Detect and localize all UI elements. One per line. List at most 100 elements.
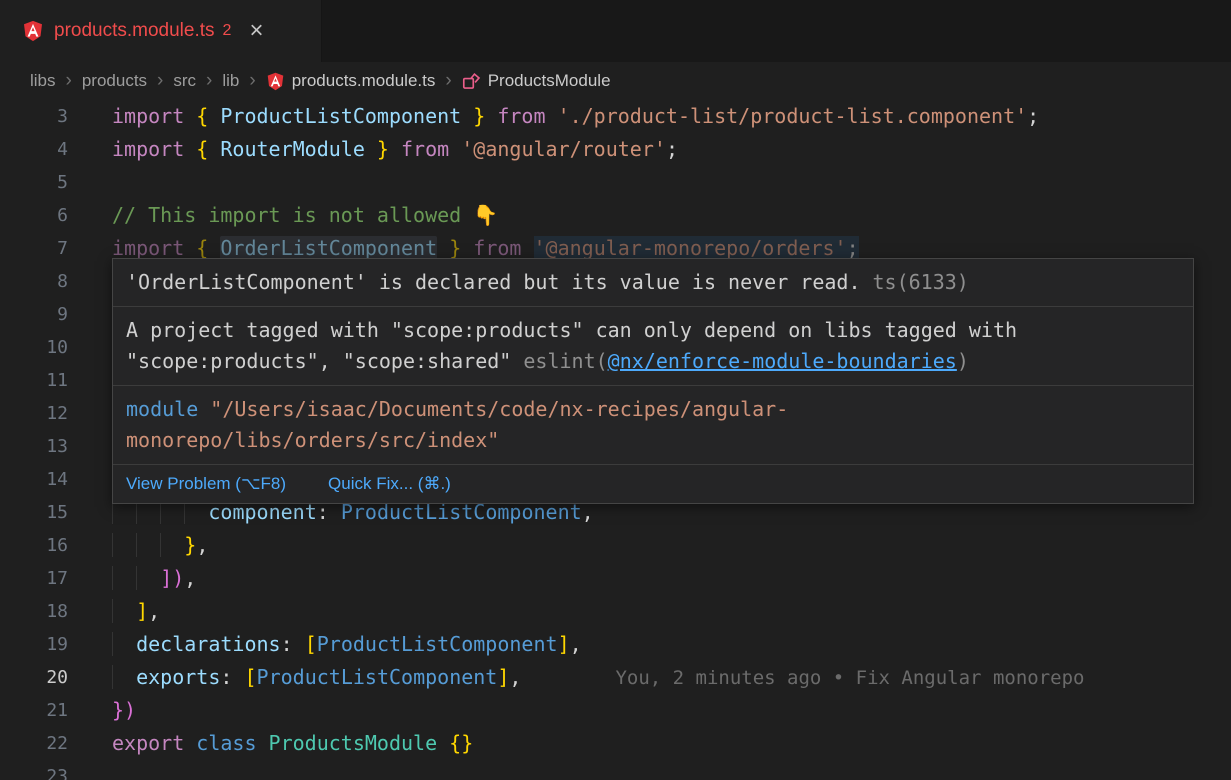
line-code[interactable]: }, bbox=[68, 529, 208, 562]
code-token: } bbox=[377, 137, 389, 161]
code-token: , bbox=[184, 566, 196, 590]
code-token: , bbox=[196, 533, 208, 557]
line-number[interactable]: 12 bbox=[0, 397, 68, 430]
indent-guide bbox=[112, 533, 136, 557]
line-number[interactable]: 23 bbox=[0, 760, 68, 780]
line-number[interactable]: 18 bbox=[0, 595, 68, 628]
line-number[interactable]: 6 bbox=[0, 199, 68, 232]
indent-guide bbox=[112, 665, 136, 689]
code-token: , bbox=[148, 599, 160, 623]
line-code[interactable] bbox=[68, 364, 112, 397]
ts-error-text: 'OrderListComponent' is declared but its… bbox=[126, 270, 861, 294]
line-number[interactable]: 9 bbox=[0, 298, 68, 331]
code-token: [ bbox=[305, 632, 317, 656]
line-code[interactable]: ], bbox=[68, 595, 160, 628]
code-token: } bbox=[473, 104, 485, 128]
code-token: ]) bbox=[160, 566, 184, 590]
code-token bbox=[461, 236, 473, 260]
breadcrumb-item-products[interactable]: products bbox=[82, 71, 147, 91]
line-code[interactable] bbox=[68, 760, 112, 780]
line-code[interactable] bbox=[68, 166, 112, 199]
line-number[interactable]: 11 bbox=[0, 364, 68, 397]
line-number[interactable]: 21 bbox=[0, 694, 68, 727]
eslint-rule-link[interactable]: @nx/enforce-module-boundaries bbox=[608, 349, 957, 373]
line-number[interactable]: 15 bbox=[0, 496, 68, 529]
eslint-source-close: ) bbox=[957, 349, 969, 373]
breadcrumb: libs › products › src › lib › products.m… bbox=[0, 62, 1231, 100]
line-number[interactable]: 13 bbox=[0, 430, 68, 463]
line-code[interactable] bbox=[68, 298, 112, 331]
view-problem-action[interactable]: View Problem (⌥F8) bbox=[126, 472, 286, 496]
code-token: ProductListComponent bbox=[317, 632, 558, 656]
ts-error-message: 'OrderListComponent' is declared but its… bbox=[113, 259, 1193, 307]
code-token: OrderListComponent bbox=[220, 236, 437, 260]
code-token: import bbox=[112, 104, 196, 128]
line-code[interactable]: import { ProductListComponent } from './… bbox=[68, 100, 1039, 133]
line-code[interactable]: // This import is not allowed 👇 bbox=[68, 199, 498, 232]
code-token: export bbox=[112, 731, 196, 755]
code-token: } bbox=[449, 236, 461, 260]
quick-fix-action[interactable]: Quick Fix... (⌘.) bbox=[328, 472, 451, 496]
line-number[interactable]: 3 bbox=[0, 100, 68, 133]
code-token: { bbox=[196, 104, 208, 128]
code-token: './product-list/product-list.component' bbox=[558, 104, 1028, 128]
code-token: ProductsModule bbox=[269, 731, 450, 755]
code-line-20: 20 exports: [ProductListComponent],You, … bbox=[0, 661, 1231, 694]
line-code[interactable] bbox=[68, 463, 112, 496]
line-code[interactable]: declarations: [ProductListComponent], bbox=[68, 628, 582, 661]
code-token bbox=[437, 236, 449, 260]
breadcrumb-item-file[interactable]: products.module.ts bbox=[292, 71, 436, 91]
eslint-error-line2: "scope:products", "scope:shared" eslint(… bbox=[126, 346, 1180, 377]
line-code[interactable] bbox=[68, 331, 112, 364]
line-number[interactable]: 5 bbox=[0, 166, 68, 199]
line-number[interactable]: 7 bbox=[0, 232, 68, 265]
line-number[interactable]: 20 bbox=[0, 661, 68, 694]
breadcrumb-item-src[interactable]: src bbox=[173, 71, 196, 91]
line-code[interactable] bbox=[68, 430, 112, 463]
line-number[interactable]: 10 bbox=[0, 331, 68, 364]
tab-products-module[interactable]: products.module.ts 2 × bbox=[0, 0, 322, 62]
code-token: ] bbox=[497, 665, 509, 689]
code-token: ] bbox=[558, 632, 570, 656]
code-line-3: 3import { ProductListComponent } from '.… bbox=[0, 100, 1231, 133]
code-token bbox=[389, 137, 401, 161]
line-number[interactable]: 16 bbox=[0, 529, 68, 562]
line-code[interactable] bbox=[68, 397, 112, 430]
ts-error-code: ts(6133) bbox=[873, 270, 969, 294]
line-number[interactable]: 4 bbox=[0, 133, 68, 166]
line-number[interactable]: 17 bbox=[0, 562, 68, 595]
tab-bar: products.module.ts 2 × bbox=[0, 0, 1231, 62]
code-line-17: 17 ]), bbox=[0, 562, 1231, 595]
indent-guide bbox=[160, 533, 184, 557]
line-code[interactable] bbox=[68, 265, 112, 298]
code-token: class bbox=[196, 731, 268, 755]
code-token: ProductListComponent bbox=[257, 665, 498, 689]
indent-guide bbox=[136, 566, 160, 590]
line-number[interactable]: 19 bbox=[0, 628, 68, 661]
code-token: ; bbox=[1027, 104, 1039, 128]
error-hover-popup: 'OrderListComponent' is declared but its… bbox=[112, 258, 1194, 504]
line-number[interactable]: 8 bbox=[0, 265, 68, 298]
line-code[interactable]: }) bbox=[68, 694, 136, 727]
close-tab-icon[interactable]: × bbox=[249, 19, 263, 43]
code-token: {} bbox=[449, 731, 473, 755]
line-code[interactable]: import { RouterModule } from '@angular/r… bbox=[68, 133, 678, 166]
breadcrumb-item-symbol[interactable]: ProductsModule bbox=[488, 71, 611, 91]
breadcrumb-item-lib[interactable]: lib bbox=[222, 71, 239, 91]
line-code[interactable]: exports: [ProductListComponent],You, 2 m… bbox=[68, 661, 1084, 694]
hover-actions: View Problem (⌥F8) Quick Fix... (⌘.) bbox=[113, 465, 1193, 503]
code-line-4: 4import { RouterModule } from '@angular/… bbox=[0, 133, 1231, 166]
eslint-error-message: A project tagged with "scope:products" c… bbox=[113, 307, 1193, 386]
code-token: import bbox=[112, 137, 196, 161]
editor-pane: 3import { ProductListComponent } from '.… bbox=[0, 100, 1231, 780]
indent-guide bbox=[112, 566, 136, 590]
code-token: declarations bbox=[136, 632, 281, 656]
line-number[interactable]: 14 bbox=[0, 463, 68, 496]
code-token bbox=[485, 104, 497, 128]
line-code[interactable]: ]), bbox=[68, 562, 196, 595]
line-number[interactable]: 22 bbox=[0, 727, 68, 760]
code-token: ] bbox=[136, 599, 148, 623]
breadcrumb-item-libs[interactable]: libs bbox=[30, 71, 56, 91]
code-token: } bbox=[184, 533, 196, 557]
line-code[interactable]: export class ProductsModule {} bbox=[68, 727, 473, 760]
